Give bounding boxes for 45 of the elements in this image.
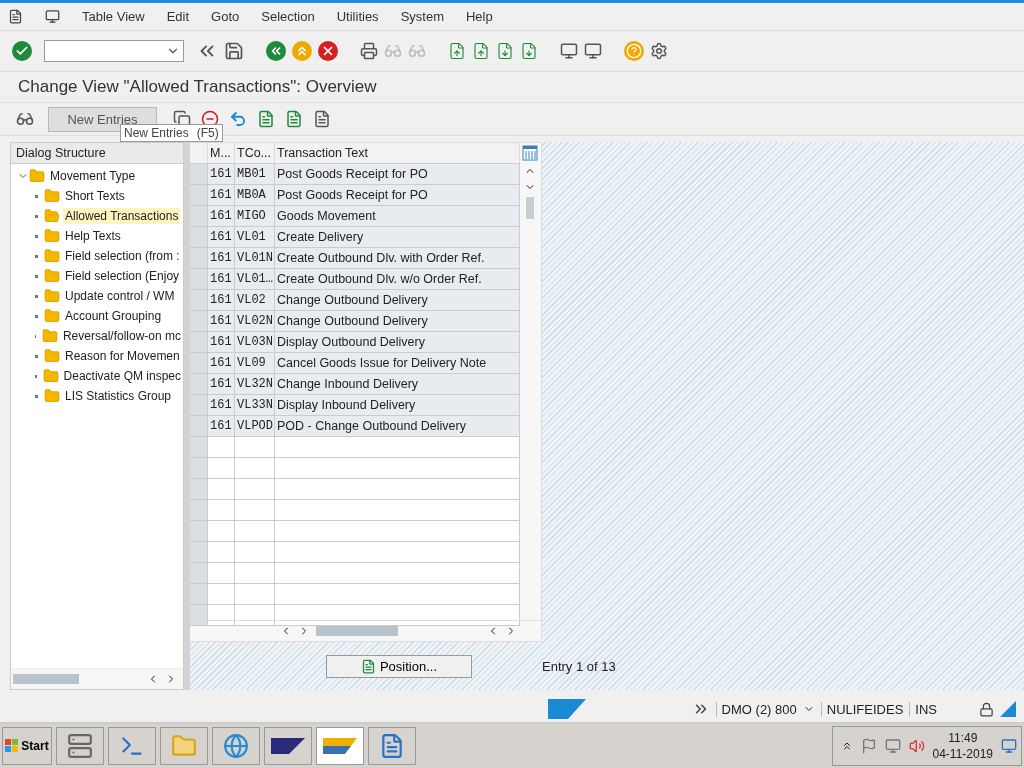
table-cell: VL33N	[235, 395, 275, 416]
table-cell: MB0A	[235, 185, 275, 206]
table-cell: Create Outbound Dlv. with Order Ref.	[275, 248, 520, 269]
table-cell: 161	[208, 290, 235, 311]
table-cell: Change Outbound Delivery	[275, 290, 520, 311]
table-cell: VL01	[235, 227, 275, 248]
table-cell: 161	[208, 248, 235, 269]
table-cell: 161	[208, 332, 235, 353]
table-cell: VL01…	[235, 269, 275, 290]
table-cell: Change Outbound Delivery	[275, 311, 520, 332]
entry-counter: Entry 1 of 13	[542, 658, 616, 674]
table-cell: VL03N	[235, 332, 275, 353]
user-name: NULIFEIDES	[820, 701, 904, 717]
table-cell: Post Goods Receipt for PO	[275, 164, 520, 185]
table-cell: VL02	[235, 290, 275, 311]
table-cell: 161	[208, 185, 235, 206]
panel-title: Dialog Structure	[11, 143, 183, 164]
table-cell: 161	[208, 374, 235, 395]
tooltip-shortcut: (F5)	[196, 126, 219, 140]
table-cell: Create Outbound Dlv. w/o Order Ref.	[275, 269, 520, 290]
table-cell: Display Inbound Delivery	[275, 395, 520, 416]
table-cell: VL01N	[235, 248, 275, 269]
table-cell: VL02N	[235, 311, 275, 332]
table-cell: 161	[208, 416, 235, 437]
table-cell: VLPOD	[235, 416, 275, 437]
table-cell: 161	[208, 206, 235, 227]
table-cell: POD - Change Outbound Delivery	[275, 416, 520, 437]
table-cell: 161	[208, 164, 235, 185]
table-cell: Display Outbound Delivery	[275, 332, 520, 353]
table-cell: Cancel Goods Issue for Delivery Note	[275, 353, 520, 374]
table-cell: Create Delivery	[275, 227, 520, 248]
table-cell: MIGO	[235, 206, 275, 227]
table-cell: Post Goods Receipt for PO	[275, 185, 520, 206]
table-cell: MB01	[235, 164, 275, 185]
table-cell: 161	[208, 311, 235, 332]
table-cell: VL09	[235, 353, 275, 374]
table-cell: Goods Movement	[275, 206, 520, 227]
page-title: Change View "Allowed Transactions": Overview	[0, 72, 1024, 103]
table-cell: Change Inbound Delivery	[275, 374, 520, 395]
input-mode: INS	[909, 701, 937, 717]
table-cell: 161	[208, 227, 235, 248]
table-cell: 161	[208, 353, 235, 374]
table-cell: VL32N	[235, 374, 275, 395]
table-cell: 161	[208, 269, 235, 290]
table-cell: 161	[208, 395, 235, 416]
